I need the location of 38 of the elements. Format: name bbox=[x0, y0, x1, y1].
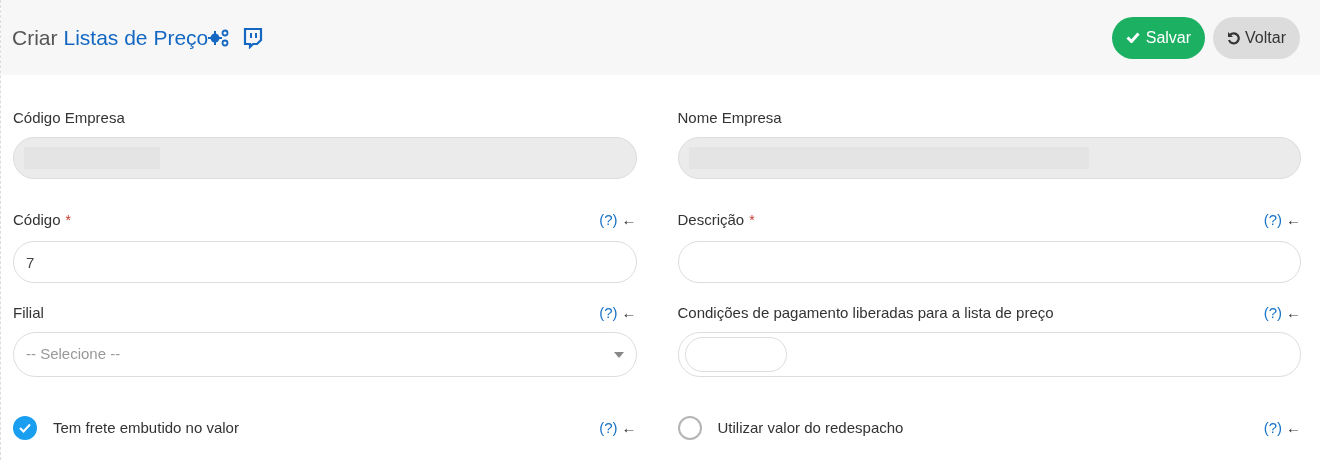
checkbox[interactable] bbox=[677, 416, 702, 440]
select-field[interactable]: -- Selecione -- bbox=[13, 332, 637, 377]
checkbox-label: Utilizar valor do redespacho bbox=[717, 417, 904, 438]
help-link[interactable]: (?) bbox=[1263, 301, 1282, 325]
field-label: Código Empresa bbox=[13, 107, 125, 128]
chat-icon[interactable] bbox=[243, 26, 264, 49]
text-field[interactable] bbox=[677, 241, 1301, 283]
required-mark: * bbox=[749, 210, 755, 230]
back-button[interactable]: Voltar bbox=[1213, 16, 1300, 59]
check-icon bbox=[19, 423, 31, 433]
arrow-text: ← bbox=[621, 302, 637, 323]
checkbox-label: Tem frete embutido no valor bbox=[53, 417, 239, 438]
gears-icon[interactable] bbox=[208, 27, 231, 48]
tags-field[interactable] bbox=[677, 332, 1301, 377]
arrow-text: ← bbox=[1286, 417, 1301, 438]
field-label: Condições de pagamento liberadas para a lista de preço bbox=[677, 302, 1054, 323]
arrow-text: ← bbox=[1286, 302, 1301, 323]
undo-icon bbox=[1227, 30, 1242, 45]
check-icon bbox=[1125, 32, 1140, 43]
page-title: Criar bbox=[12, 24, 58, 51]
arrow-text: ← bbox=[621, 209, 637, 230]
field-label: Descrição bbox=[677, 209, 745, 230]
caret-icon bbox=[613, 351, 624, 358]
required-mark: * bbox=[65, 210, 71, 230]
field-label: Código bbox=[13, 209, 61, 230]
field-label: Filial bbox=[13, 302, 44, 323]
text-field[interactable]: 7 bbox=[13, 241, 637, 283]
help-link[interactable]: (?) bbox=[599, 416, 618, 440]
help-link[interactable]: (?) bbox=[599, 301, 618, 325]
help-link[interactable]: (?) bbox=[1263, 208, 1282, 232]
help-link[interactable]: (?) bbox=[1263, 416, 1282, 440]
help-link[interactable]: (?) bbox=[599, 208, 618, 232]
save-button[interactable]: Salvar bbox=[1111, 16, 1206, 59]
field-label: Nome Empresa bbox=[677, 107, 782, 128]
arrow-text: ← bbox=[621, 417, 637, 438]
arrow-text: ← bbox=[1286, 209, 1301, 230]
page-title-link[interactable]: Listas de Preço bbox=[63, 21, 209, 54]
checkbox[interactable] bbox=[13, 416, 37, 440]
